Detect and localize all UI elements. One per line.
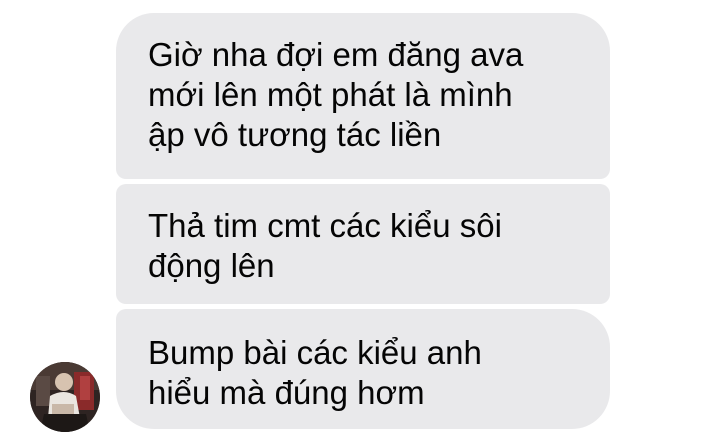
message-text-line: Thả tim cmt các kiểu sôi bbox=[148, 207, 502, 244]
message-text-line: Giờ nha đợi em đăng ava bbox=[148, 36, 524, 73]
message-text-line: ập vô tương tác liền bbox=[148, 116, 442, 153]
chat-thread: Giờ nha đợi em đăng ava mới lên một phát… bbox=[0, 0, 718, 443]
sender-avatar[interactable] bbox=[30, 362, 100, 432]
message-bubble[interactable]: Giờ nha đợi em đăng ava mới lên một phát… bbox=[116, 13, 610, 179]
message-text-line: hiểu mà đúng hơm bbox=[148, 374, 425, 411]
message-text-line: mới lên một phát là mình bbox=[148, 76, 513, 113]
message-bubble[interactable]: Bump bài các kiểu anh hiểu mà đúng hơm bbox=[116, 309, 610, 429]
profile-photo-icon bbox=[30, 362, 100, 432]
message-bubble[interactable]: Thả tim cmt các kiểu sôi động lên bbox=[116, 184, 610, 304]
message-text-line: Bump bài các kiểu anh bbox=[148, 334, 482, 371]
message-text-line: động lên bbox=[148, 247, 275, 284]
